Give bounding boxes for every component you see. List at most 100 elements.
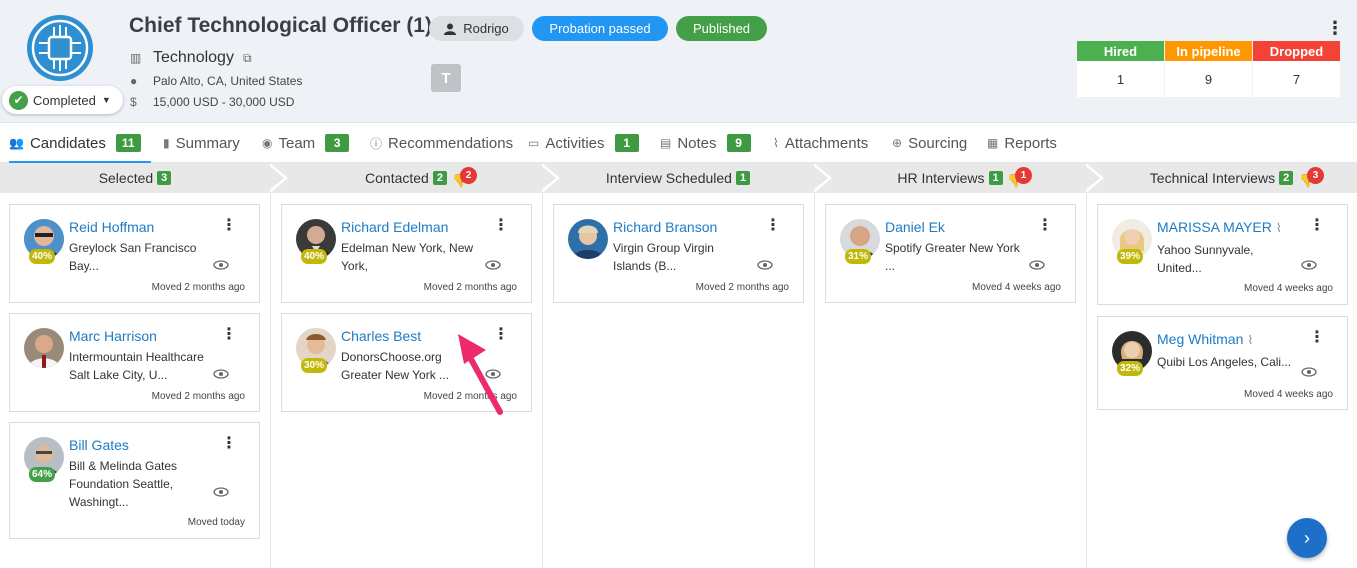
moved-time: Moved 4 weeks ago bbox=[972, 282, 1061, 293]
candidate-name[interactable]: Richard Branson bbox=[613, 219, 717, 235]
moved-time: Moved 2 months ago bbox=[151, 391, 245, 402]
candidate-details: Bill & Melinda Gates Foundation Seattle,… bbox=[69, 459, 178, 509]
tab-activities[interactable]: ▭ Activities 1 bbox=[528, 124, 639, 162]
eye-icon[interactable] bbox=[485, 260, 501, 270]
stage-interview-scheduled: Interview Scheduled 1 bbox=[542, 163, 814, 193]
tab-reports[interactable]: ▦ Reports bbox=[987, 124, 1057, 162]
people-icon: 👥 bbox=[9, 136, 24, 150]
candidate-card[interactable]: 39% MARISSA MAYER ⌇ Yahoo Sunnyvale, Unit… bbox=[1097, 204, 1348, 305]
stage-label: Technical Interviews bbox=[1149, 170, 1276, 186]
candidate-details: Intermountain Healthcare Salt Lake City,… bbox=[69, 350, 204, 382]
dollar-icon: $ bbox=[130, 95, 137, 109]
stage-hr-interviews: HR Interviews 1 bbox=[814, 163, 1086, 193]
candidate-name-row: Meg Whitman ⌇ bbox=[1157, 331, 1253, 347]
eye-icon[interactable] bbox=[213, 487, 229, 497]
next-page-button[interactable]: › bbox=[1287, 518, 1327, 558]
stage-contacted: Contacted 2 bbox=[270, 163, 542, 193]
stat-dropped[interactable]: Dropped 7 bbox=[1253, 41, 1340, 97]
building-icon: ▥ bbox=[130, 51, 142, 65]
moved-time: Moved 2 months ago bbox=[151, 282, 245, 293]
candidate-card[interactable]: 40% Reid Hoffman Greylock San Francisco … bbox=[9, 204, 260, 303]
moved-time: Moved 2 months ago bbox=[423, 282, 517, 293]
tab-count: 3 bbox=[325, 134, 350, 152]
chart-icon: ▦ bbox=[987, 136, 999, 150]
dropped-indicator[interactable]: 👎 2 bbox=[452, 167, 478, 189]
stat-value: 1 bbox=[1116, 71, 1125, 87]
sourcing-icon: ⊕ bbox=[892, 136, 903, 150]
candidate-card[interactable]: Richard Branson Virgin Group Virgin Isla… bbox=[553, 204, 804, 303]
company-logo bbox=[27, 15, 93, 81]
tab-summary[interactable]: ▮ Summary bbox=[163, 124, 240, 162]
tab-label: Reports bbox=[1004, 134, 1057, 152]
probation-badge[interactable]: Probation passed bbox=[532, 16, 668, 41]
candidate-name[interactable]: Charles Best bbox=[341, 328, 421, 344]
candidate-card[interactable]: 40% Richard Edelman Edelman New York, Ne… bbox=[281, 204, 532, 303]
candidate-card[interactable]: 31% Daniel Ek Spotify Greater New York .… bbox=[825, 204, 1076, 303]
stage-label: Contacted bbox=[365, 170, 429, 186]
tab-team[interactable]: ◉ Team 3 bbox=[262, 124, 350, 162]
status-dropdown[interactable]: ✔ Completed ▼ bbox=[2, 86, 123, 114]
location-row: ● Palo Alto, CA, United States bbox=[130, 74, 302, 88]
tab-count: 11 bbox=[115, 134, 141, 152]
published-badge[interactable]: Published bbox=[676, 16, 767, 41]
candidate-name[interactable]: Daniel Ek bbox=[885, 219, 945, 235]
more-options-icon[interactable]: ⋮ bbox=[221, 327, 237, 343]
candidate-name[interactable]: Marc Harrison bbox=[69, 328, 157, 344]
candidate-name[interactable]: Bill Gates bbox=[69, 437, 129, 453]
status-label: Completed bbox=[33, 92, 96, 108]
candidate-details: Greylock San Francisco Bay... bbox=[69, 241, 197, 273]
moved-time: Moved 4 weeks ago bbox=[1244, 283, 1333, 294]
tab-bar: 👥 Candidates 11 ▮ Summary ◉ Team 3 ⓘ Rec… bbox=[0, 124, 1357, 163]
eye-icon[interactable] bbox=[213, 369, 229, 379]
tab-notes[interactable]: ▤ Notes 9 bbox=[660, 124, 751, 162]
job-header: ✔ Completed ▼ Chief Technological Office… bbox=[0, 0, 1357, 123]
avatar bbox=[568, 219, 608, 259]
candidate-name[interactable]: Reid Hoffman bbox=[69, 219, 154, 235]
dropped-count: 3 bbox=[1307, 167, 1324, 184]
tab-label: Summary bbox=[175, 134, 240, 152]
candidate-name[interactable]: MARISSA MAYER bbox=[1157, 219, 1272, 235]
tab-recommendations[interactable]: ⓘ Recommendations bbox=[370, 124, 513, 162]
eye-icon[interactable] bbox=[1301, 260, 1317, 270]
eye-icon[interactable] bbox=[1029, 260, 1045, 270]
avatar bbox=[24, 328, 64, 368]
more-options-icon[interactable]: ⋮ bbox=[1037, 218, 1053, 234]
dropped-indicator[interactable]: 👎 3 bbox=[1299, 167, 1325, 189]
match-score: 32% bbox=[1117, 361, 1144, 376]
department-name[interactable]: Technology bbox=[153, 49, 234, 67]
candidate-card[interactable]: 64% Bill Gates Bill & Melinda Gates Foun… bbox=[9, 422, 260, 539]
eye-icon[interactable] bbox=[213, 260, 229, 270]
owner-badge[interactable]: Rodrigo bbox=[429, 16, 524, 41]
more-options-icon[interactable]: ⋮ bbox=[1309, 218, 1325, 234]
stat-in-pipeline[interactable]: In pipeline 9 bbox=[1165, 41, 1252, 97]
candidate-name[interactable]: Richard Edelman bbox=[341, 219, 448, 235]
more-options-icon[interactable]: ⋮ bbox=[1309, 330, 1325, 346]
more-options-icon[interactable]: ⋮ bbox=[493, 218, 509, 234]
eye-icon[interactable] bbox=[1301, 367, 1317, 377]
more-options-icon[interactable]: ⋮ bbox=[221, 436, 237, 452]
stat-hired[interactable]: Hired 1 bbox=[1077, 41, 1164, 97]
chevron-separator bbox=[538, 163, 556, 193]
more-options-icon[interactable]: ⋮ bbox=[221, 218, 237, 234]
candidate-details: Virgin Group Virgin Islands (B... bbox=[613, 241, 714, 273]
column-divider bbox=[270, 193, 271, 568]
candidate-card[interactable]: Marc Harrison Intermountain Healthcare S… bbox=[9, 313, 260, 412]
more-options-icon[interactable]: ⋮ bbox=[765, 218, 781, 234]
document-icon: ▮ bbox=[163, 136, 170, 150]
tab-attachments[interactable]: ⌇ Attachments bbox=[773, 124, 868, 162]
stat-value: 7 bbox=[1292, 71, 1301, 87]
eye-icon[interactable] bbox=[757, 260, 773, 270]
team-avatar[interactable]: T bbox=[431, 64, 461, 92]
candidate-card[interactable]: 32% Meg Whitman ⌇ Quibi Los Angeles, Cali… bbox=[1097, 316, 1348, 410]
tab-candidates[interactable]: 👥 Candidates 11 bbox=[9, 124, 151, 163]
more-options-icon[interactable]: ⋮ bbox=[1326, 18, 1344, 40]
paperclip-icon: ⌇ bbox=[1247, 333, 1254, 347]
tab-sourcing[interactable]: ⊕ Sourcing bbox=[892, 124, 967, 162]
dropped-indicator[interactable]: 👎 1 bbox=[1007, 167, 1033, 189]
paperclip-icon: ⌇ bbox=[773, 136, 779, 150]
external-link-icon[interactable]: ⧉ bbox=[243, 51, 252, 66]
chevron-right-icon: › bbox=[1304, 527, 1310, 548]
candidate-name[interactable]: Meg Whitman bbox=[1157, 331, 1243, 347]
salary-row: $ 15,000 USD - 30,000 USD bbox=[130, 95, 294, 109]
column-divider bbox=[1086, 193, 1087, 568]
